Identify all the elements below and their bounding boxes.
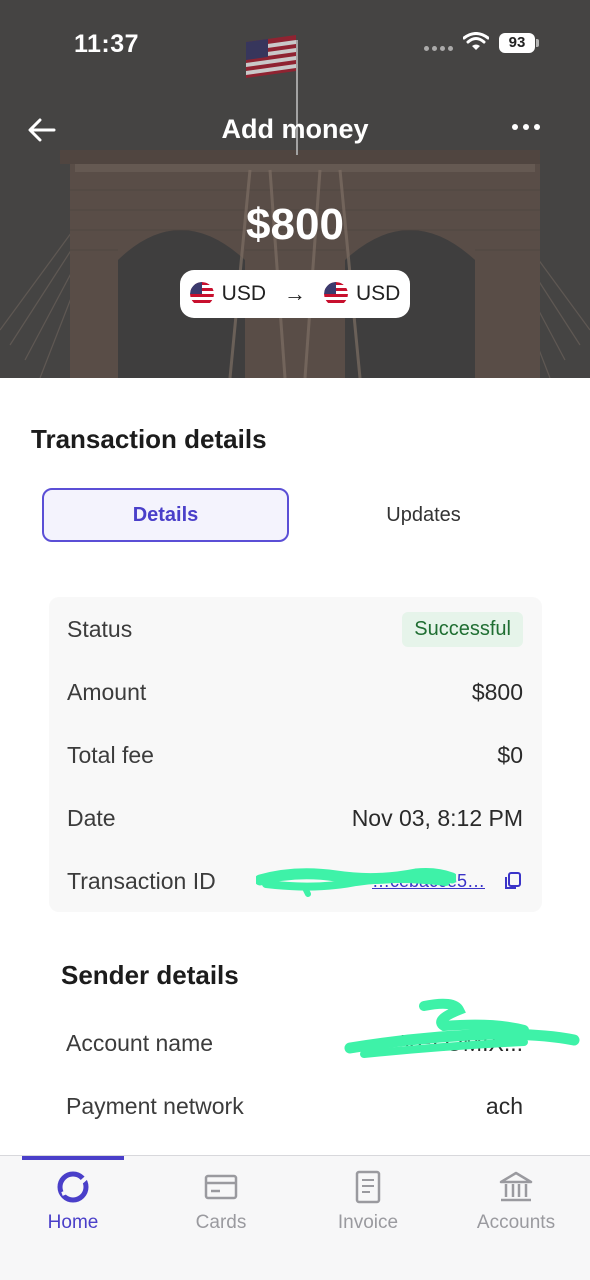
account-name-label: Account name bbox=[66, 1029, 214, 1056]
document-icon bbox=[355, 1170, 381, 1204]
arrow-right-icon: → bbox=[284, 281, 306, 306]
battery-level: 93 bbox=[499, 33, 535, 53]
tab-cards-label: Cards bbox=[195, 1212, 247, 1233]
bottom-tab-bar: Home Cards Invoice Accounts bbox=[0, 1155, 590, 1280]
tab-cards[interactable]: Cards bbox=[161, 1168, 281, 1234]
amount-row: Amount $800 bbox=[67, 672, 523, 712]
transaction-id-wrap: …cebacce5… bbox=[372, 871, 523, 892]
status-badge: Successful bbox=[402, 611, 523, 647]
status-bar: 11:37 93 bbox=[0, 0, 590, 88]
tab-accounts[interactable]: Accounts bbox=[456, 1168, 576, 1234]
tab-invoice-label: Invoice bbox=[337, 1212, 399, 1233]
transaction-id-label: Transaction ID bbox=[67, 867, 216, 894]
transaction-details-title: Transaction details bbox=[31, 424, 267, 454]
status-label: Status bbox=[67, 615, 133, 642]
tab-details[interactable]: Details bbox=[42, 488, 289, 542]
home-logo-icon bbox=[57, 1171, 89, 1203]
battery-indicator: 93 bbox=[499, 33, 539, 53]
header-hero: 11:37 93 Add money $800 USD → USD bbox=[0, 0, 590, 378]
total-fee-value: $0 bbox=[497, 741, 523, 768]
tab-home-label: Home bbox=[47, 1212, 99, 1233]
to-currency: USD bbox=[356, 282, 401, 305]
wifi-icon bbox=[463, 32, 489, 50]
battery-cap bbox=[536, 39, 539, 47]
amount-value: $800 bbox=[471, 678, 523, 705]
transaction-id-row: Transaction ID …cebacce5… bbox=[67, 861, 523, 901]
payment-network-label: Payment network bbox=[66, 1092, 244, 1119]
clock: 11:37 bbox=[74, 30, 140, 58]
currency-conversion-pill: USD → USD bbox=[180, 270, 410, 318]
account-name-value: VELOMIX... bbox=[401, 1029, 523, 1056]
tab-accounts-label: Accounts bbox=[476, 1212, 556, 1233]
us-flag-icon bbox=[324, 282, 348, 306]
us-flag-icon bbox=[189, 282, 214, 306]
bank-icon bbox=[499, 1171, 533, 1202]
tab-invoice[interactable]: Invoice bbox=[308, 1168, 428, 1234]
cellular-signal-icon bbox=[424, 46, 453, 51]
payment-network-row: Payment network ach bbox=[66, 1086, 523, 1126]
active-tab-indicator bbox=[22, 1156, 124, 1160]
details-tabs: Details Updates bbox=[42, 488, 552, 542]
date-row: Date Nov 03, 8:12 PM bbox=[67, 798, 523, 838]
tab-home[interactable]: Home bbox=[13, 1168, 133, 1234]
transaction-id-link[interactable]: …cebacce5… bbox=[372, 871, 485, 892]
date-label: Date bbox=[67, 804, 116, 831]
amount-label: Amount bbox=[67, 678, 147, 705]
total-fee-label: Total fee bbox=[67, 741, 154, 768]
sender-details-title: Sender details bbox=[61, 960, 239, 990]
from-currency: USD bbox=[221, 282, 266, 305]
nav-bar: Add money bbox=[0, 108, 590, 152]
payment-network-value: ach bbox=[485, 1092, 523, 1119]
transaction-details-card: Status Successful Amount $800 Total fee … bbox=[49, 597, 542, 912]
account-name-row: Account name VELOMIX... bbox=[66, 1023, 523, 1063]
total-fee-row: Total fee $0 bbox=[67, 735, 523, 775]
more-options-icon[interactable] bbox=[512, 124, 540, 130]
transaction-amount: $800 bbox=[246, 200, 344, 249]
tab-updates[interactable]: Updates bbox=[300, 488, 547, 542]
date-value: Nov 03, 8:12 PM bbox=[351, 804, 523, 831]
page-title: Add money bbox=[221, 114, 369, 144]
copy-icon[interactable] bbox=[503, 871, 523, 891]
card-icon bbox=[204, 1174, 238, 1200]
status-row: Status Successful bbox=[67, 609, 523, 649]
